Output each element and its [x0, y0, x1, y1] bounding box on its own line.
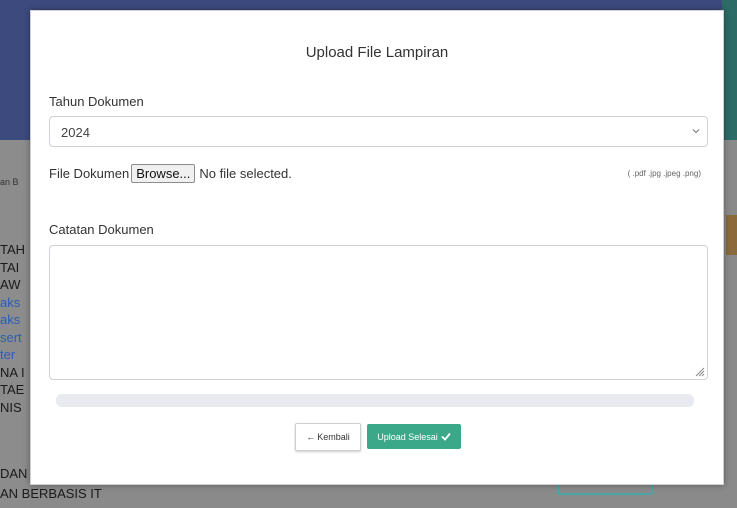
file-row: File Dokumen Browse... No file selected.	[49, 162, 292, 184]
upload-modal: Upload File Lampiran Tahun Dokumen 2024 …	[30, 10, 724, 485]
year-select-value: 2024	[61, 125, 90, 140]
year-select[interactable]: 2024	[49, 116, 708, 147]
background-list-item: TAE	[0, 382, 25, 397]
notes-label: Catatan Dokumen	[49, 222, 154, 237]
background-list-item: AW	[0, 277, 21, 292]
back-button-label: Kembali	[317, 432, 350, 442]
arrow-left-icon: ←	[306, 432, 316, 442]
upload-button-label: Upload Selesai	[377, 431, 438, 442]
modal-title: Upload File Lampiran	[305, 44, 449, 61]
back-button[interactable]: ← Kembali	[295, 423, 361, 451]
notes-textarea[interactable]	[49, 245, 708, 380]
background-list-item[interactable]: sert	[0, 330, 22, 346]
check-icon	[441, 432, 451, 441]
file-type-hint: ( .pdf .jpg .jpeg .png)	[627, 169, 701, 178]
upload-progress-bar	[56, 394, 694, 407]
year-label: Tahun Dokumen	[49, 94, 144, 109]
background-list-item: NIS	[0, 399, 22, 415]
resize-grip-icon[interactable]	[695, 367, 705, 377]
file-label: File Dokumen	[49, 165, 130, 181]
browse-button[interactable]: Browse...	[131, 163, 196, 183]
background-header-accent	[722, 0, 737, 140]
upload-complete-button[interactable]: Upload Selesai	[367, 424, 461, 449]
background-list-item[interactable]: ter	[0, 347, 15, 363]
no-file-text: No file selected.	[199, 165, 292, 181]
background-text-dan: DAN	[0, 466, 28, 481]
background-bottom-text: AN BERBASIS IT	[0, 486, 102, 501]
background-side-tab	[726, 215, 737, 255]
background-small-text: an B	[0, 177, 19, 187]
background-list-item: TAI	[0, 259, 20, 275]
background-list-item[interactable]: aks	[0, 312, 20, 328]
chevron-down-icon	[692, 129, 700, 134]
background-list-item: TAH	[0, 242, 26, 257]
background-list-item[interactable]: aks	[0, 295, 20, 311]
background-list-item: NA I	[0, 364, 25, 380]
